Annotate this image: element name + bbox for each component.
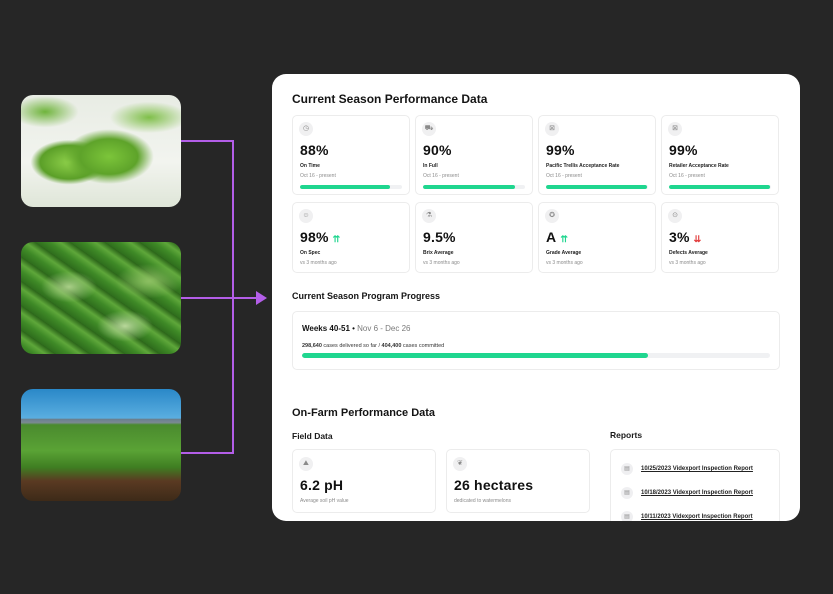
metric-label: Grade Average [546, 250, 582, 256]
report-item[interactable]: ▤ 10/11/2023 Videxport Inspection Report [621, 510, 753, 521]
metric-value: 99% [669, 142, 698, 158]
metric-comparison: vs 3 months ago [300, 260, 337, 266]
metric-period: Oct 16 - present [546, 173, 582, 179]
metric-label: Brix Average [423, 250, 454, 256]
program-period: Weeks 40-51 • Nov 6 - Dec 26 [302, 324, 411, 333]
program-summary: 298,640 cases delivered so far / 404,400… [302, 343, 444, 349]
metric-period: Oct 16 - present [300, 173, 336, 179]
defect-icon: ⊙ [668, 209, 682, 223]
metric-value: A [546, 229, 557, 245]
program-weeks: Weeks 40-51 [302, 324, 350, 333]
metric-period: Oct 16 - present [669, 173, 705, 179]
metric-label: In Full [423, 163, 438, 169]
arrow-right-icon [256, 291, 267, 305]
metric-comparison: vs 3 months ago [546, 260, 583, 266]
metric-value: 88% [300, 142, 329, 158]
leaf-icon: ❦ [453, 457, 467, 471]
metric-card: ☺ 98% ⇈ On Spec vs 3 months ago [292, 202, 410, 273]
metric-progress-fill [423, 185, 515, 189]
metric-progress-fill [669, 185, 770, 189]
metric-progress-fill [546, 185, 647, 189]
program-progress-fill [302, 353, 648, 358]
trend-up-icon: ⇈ [560, 234, 569, 244]
grade-icon: ✪ [545, 209, 559, 223]
program-progress-title: Current Season Program Progress [292, 291, 441, 301]
metric-period: Oct 16 - present [423, 173, 459, 179]
metric-progress-fill [300, 185, 390, 189]
metric-label: Defects Average [669, 250, 708, 256]
metric-value: 90% [423, 142, 452, 158]
field-description: dedicated to watermelons [454, 498, 511, 504]
metric-card: ⛟ 90% In Full Oct 16 - present [415, 115, 533, 195]
metric-comparison: vs 3 months ago [669, 260, 706, 266]
stopwatch-icon: ◷ [299, 122, 313, 136]
connector-line-bottom [181, 452, 234, 454]
metric-value: 9.5% [423, 229, 456, 245]
acceptance-icon: ⊠ [545, 122, 559, 136]
soil-icon: ⛰ [299, 457, 313, 471]
metric-progress-bar [423, 185, 525, 189]
metric-card: ◷ 88% On Time Oct 16 - present [292, 115, 410, 195]
field-value: 6.2 pH [300, 477, 344, 493]
metric-value-row: 98% ⇈ [300, 229, 340, 245]
metric-label: On Time [300, 163, 320, 169]
report-link[interactable]: 10/11/2023 Videxport Inspection Report [641, 514, 753, 520]
metric-progress-bar [546, 185, 648, 189]
report-item[interactable]: ▤ 10/18/2023 Videxport Inspection Report [621, 486, 753, 500]
spinach-field-photo [21, 242, 181, 354]
committed-count: 404,400 [381, 343, 402, 349]
program-dates: Nov 6 - Dec 26 [357, 324, 411, 333]
metric-value: 3% [669, 229, 690, 245]
season-performance-title: Current Season Performance Data [292, 92, 488, 106]
metric-value-row: A ⇈ [546, 229, 568, 245]
metric-card: ⊠ 99% Retailer Acceptance Rate Oct 16 - pre… [661, 115, 779, 195]
delivered-count: 298,640 [302, 343, 322, 349]
metric-value-row: 9.5% [423, 229, 456, 245]
trend-up-icon: ⇈ [332, 234, 341, 244]
metric-value: 99% [546, 142, 575, 158]
dashboard-panel: Current Season Performance Data ◷ 88% On T… [272, 74, 800, 521]
reports-list: ▤ 10/25/2023 Videxport Inspection Report ▤… [610, 449, 780, 521]
smile-icon: ☺ [299, 209, 313, 223]
report-link[interactable]: 10/18/2023 Videxport Inspection Report [641, 490, 753, 496]
acceptance-icon: ⊠ [668, 122, 682, 136]
farm-field-photo [21, 389, 181, 501]
metric-progress-bar [669, 185, 771, 189]
field-data-title: Field Data [292, 431, 333, 441]
metric-progress-bar [300, 185, 402, 189]
metric-value-row: 3% ⇊ [669, 229, 701, 245]
metric-comparison: vs 3 months ago [423, 260, 460, 266]
truck-icon: ⛟ [422, 122, 436, 136]
lettuce-photo [21, 95, 181, 207]
program-progress-card: Weeks 40-51 • Nov 6 - Dec 26 298,640 cas… [292, 311, 780, 370]
document-icon: ▤ [621, 487, 633, 499]
trend-down-icon: ⇊ [693, 234, 702, 244]
metric-value: 98% [300, 229, 329, 245]
report-link[interactable]: 10/25/2023 Videxport Inspection Report [641, 466, 753, 472]
report-item[interactable]: ▤ 10/25/2023 Videxport Inspection Report [621, 462, 753, 476]
field-description: Average soil pH value [300, 498, 349, 504]
metric-label: Pacific Trellis Acceptance Rate [546, 163, 620, 169]
document-icon: ▤ [621, 511, 633, 521]
connector-line-middle [181, 297, 258, 299]
brix-icon: ⚗ [422, 209, 436, 223]
farm-performance-title: On-Farm Performance Data [292, 407, 436, 419]
metric-label: Retailer Acceptance Rate [669, 163, 729, 169]
metric-card: ⊠ 99% Pacific Trellis Acceptance Rate Oct 1… [538, 115, 656, 195]
field-data-card: ❦ 26 hectares dedicated to watermelons [446, 449, 590, 513]
field-data-card: ⛰ 6.2 pH Average soil pH value [292, 449, 436, 513]
document-icon: ▤ [621, 463, 633, 475]
delivered-text: cases delivered so far / [321, 343, 382, 349]
program-progress-bar [302, 353, 770, 358]
connector-line-top [181, 140, 234, 142]
field-value: 26 hectares [454, 477, 534, 493]
metric-label: On Spec [300, 250, 321, 256]
committed-text: cases committed [401, 343, 445, 349]
metric-card: ✪ A ⇈ Grade Average vs 3 months ago [538, 202, 656, 273]
metric-card: ⊙ 3% ⇊ Defects Average vs 3 months ago [661, 202, 779, 273]
reports-title: Reports [610, 430, 643, 440]
metric-card: ⚗ 9.5% Brix Average vs 3 months ago [415, 202, 533, 273]
